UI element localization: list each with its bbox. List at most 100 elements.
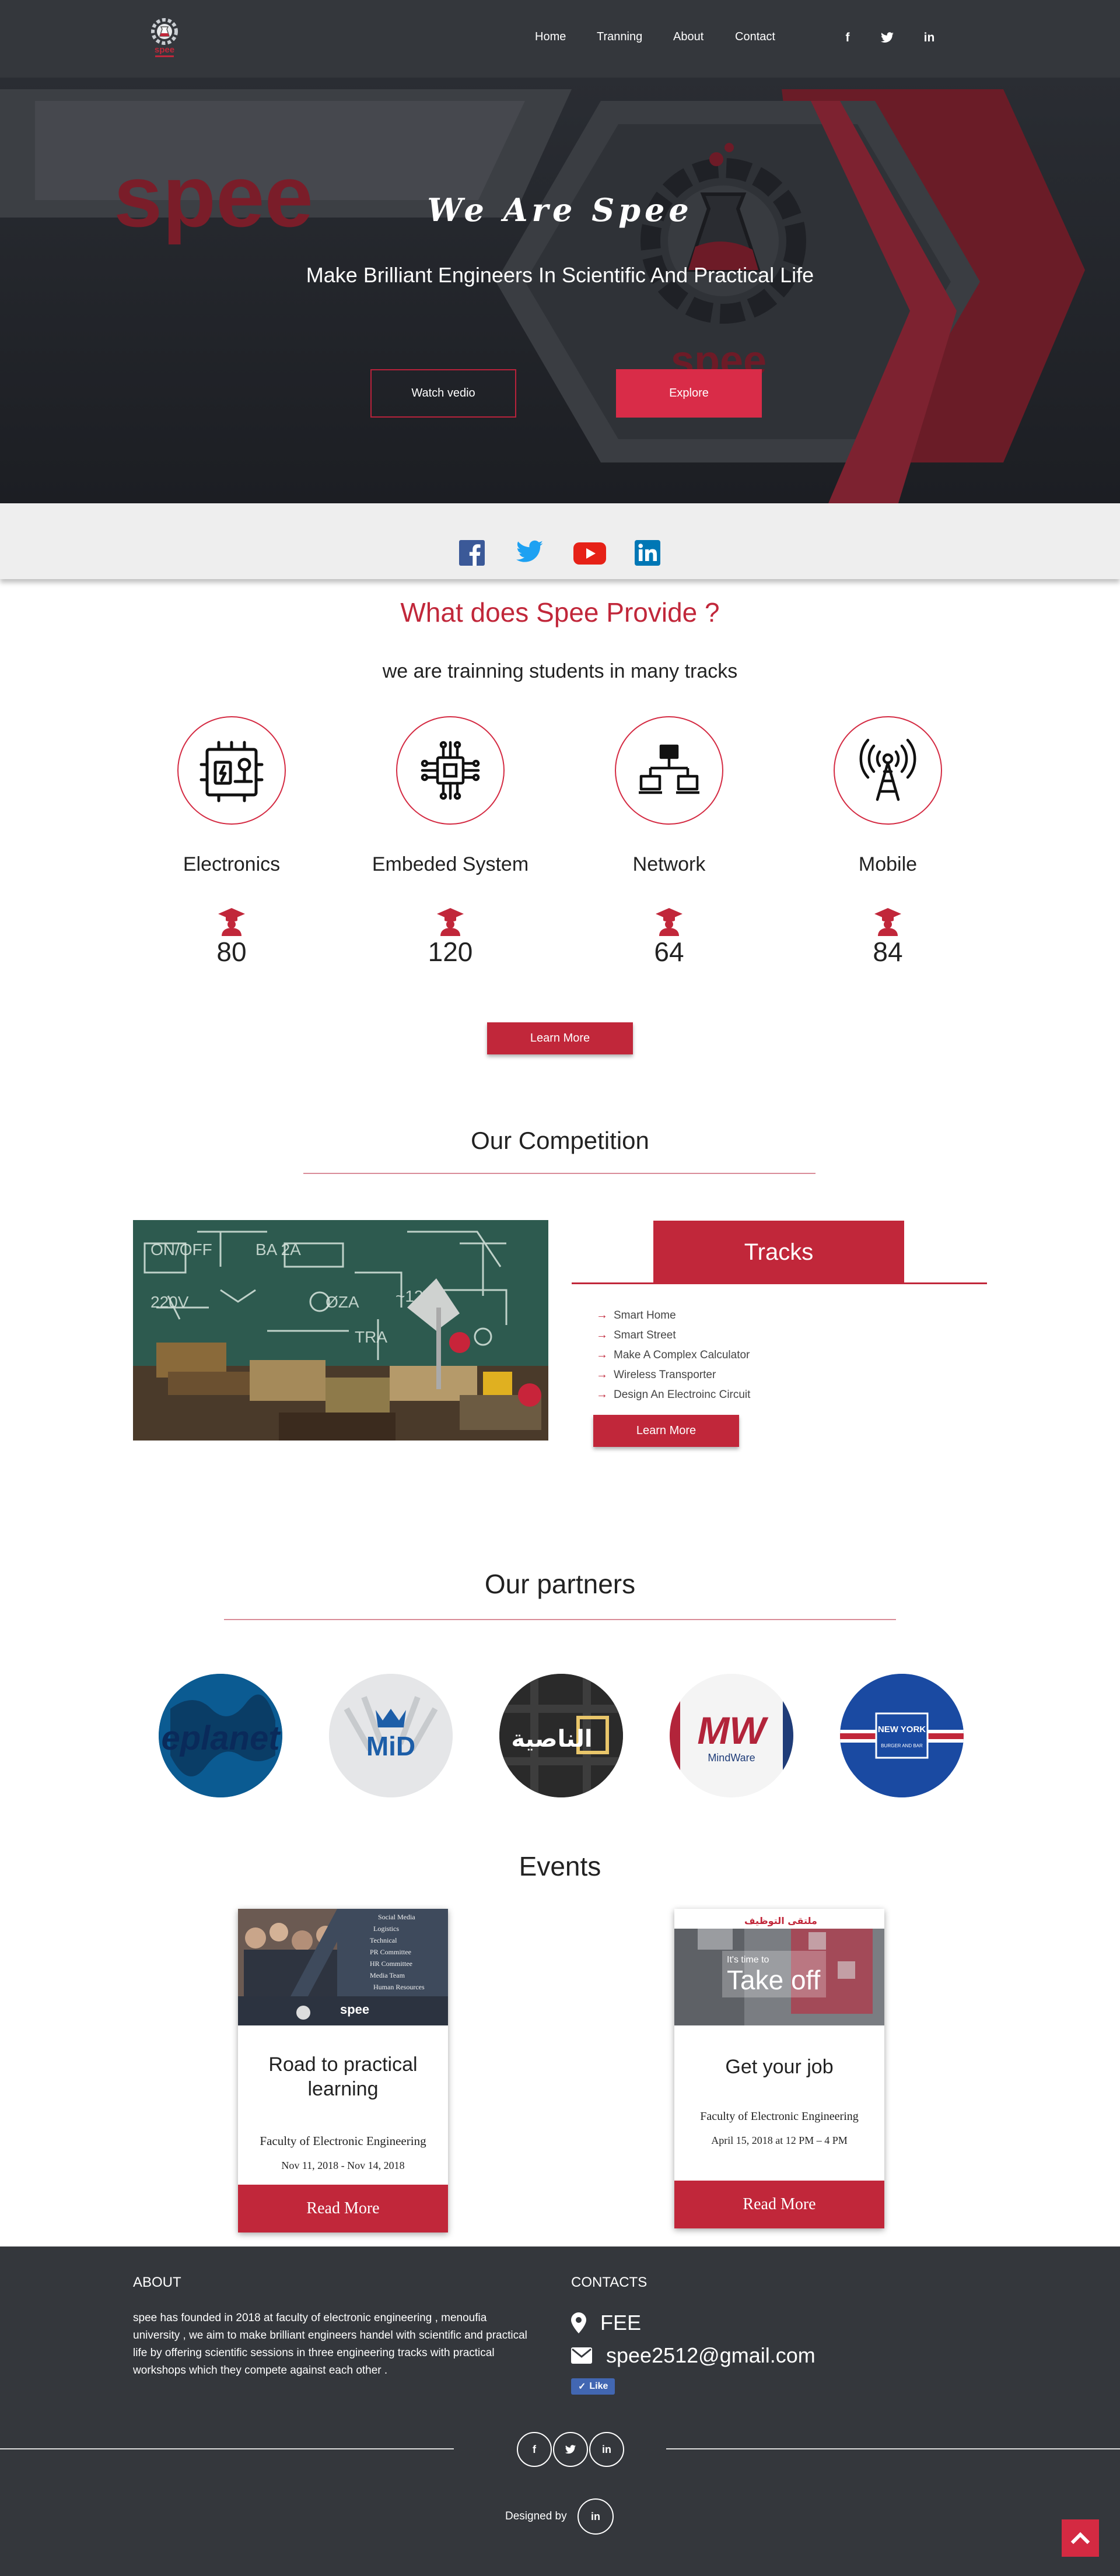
svg-text:TRA: TRA — [355, 1328, 387, 1346]
partner-logo-alnasia[interactable]: الناصية — [499, 1674, 623, 1797]
hero-section: spee spee We Are Spee Make Brilliant Eng… — [0, 78, 1120, 503]
check-icon: ✓ — [578, 2382, 586, 2392]
track-name: Mobile — [858, 853, 918, 875]
linkedin-icon[interactable]: in — [921, 29, 938, 47]
event-title: Get your job — [725, 2056, 834, 2078]
read-more-button[interactable]: Read More — [674, 2181, 884, 2228]
svg-text:NEW YORK: NEW YORK — [878, 1725, 926, 1734]
event-card-road-to-practical-learning: spee Social Media Logistics Technical PR… — [238, 1909, 448, 2232]
svg-text:Take off: Take off — [727, 1965, 820, 1995]
contact-email[interactable]: spee2512@gmail.com — [571, 2343, 816, 2368]
designed-by-label: Designed by — [505, 2510, 567, 2522]
facebook-icon[interactable] — [459, 540, 485, 569]
youtube-icon[interactable] — [573, 542, 606, 567]
microchip-icon — [421, 741, 480, 800]
network-icon — [639, 744, 699, 794]
arrow-right-icon: → — [596, 1309, 608, 1322]
read-more-button[interactable]: Read More — [238, 2185, 448, 2232]
facebook-like-button[interactable]: ✓ Like — [571, 2378, 615, 2395]
track-mobile[interactable] — [834, 716, 942, 825]
svg-text:220V: 220V — [150, 1293, 189, 1311]
contacts-heading: CONTACTS — [571, 2274, 648, 2290]
tracks-underline — [572, 1282, 987, 1284]
svg-text:ØZA: ØZA — [326, 1293, 359, 1311]
antenna-icon — [859, 738, 916, 801]
svg-text:MW: MW — [697, 1709, 768, 1752]
track-name: Embeded System — [372, 853, 529, 875]
spee-logo[interactable]: spee — [147, 15, 182, 62]
about-text: spee has founded in 2018 at faculty of e… — [133, 2312, 527, 2377]
provide-title: What does Spee Provide ? — [400, 597, 720, 628]
event-poster: spee Social Media Logistics Technical PR… — [238, 1909, 448, 2025]
partner-logo-eplanet[interactable]: eplanet — [159, 1674, 282, 1797]
learn-more-button[interactable]: Learn More — [487, 1022, 633, 1054]
hero-subtitle: Make Brilliant Engineers In Scientific A… — [306, 263, 814, 287]
nav-link-about[interactable]: About — [673, 30, 704, 44]
track-student-count: 80 — [216, 937, 247, 967]
event-place: Faculty of Electronic Engineering — [700, 2110, 859, 2123]
nav-link-tranning[interactable]: Tranning — [597, 30, 642, 44]
track-embeded-system[interactable] — [396, 716, 505, 825]
arrow-right-icon: → — [596, 1329, 608, 1341]
partner-logo-new-york[interactable]: NEW YORK BURGER AND BAR — [840, 1674, 964, 1797]
event-poster: ملتقى التوظيف It's time to Take off — [674, 1909, 884, 2025]
partner-logo-mindware[interactable]: MW MindWare — [670, 1674, 793, 1797]
facebook-icon[interactable]: f — [839, 29, 856, 47]
contact-location: FEE — [571, 2311, 641, 2335]
partner-logo-mid[interactable]: MiD — [329, 1674, 453, 1797]
twitter-icon[interactable] — [878, 29, 896, 47]
svg-text:Logistics: Logistics — [373, 1925, 399, 1933]
svg-text:spee: spee — [155, 45, 174, 55]
watch-video-button[interactable]: Watch vedio — [370, 369, 516, 418]
footer-divider-right — [666, 2448, 1120, 2449]
nav-link-home[interactable]: Home — [535, 30, 566, 44]
svg-text:Technical: Technical — [370, 1936, 397, 1944]
svg-text:Media Team: Media Team — [370, 1971, 405, 1979]
svg-text:BURGER AND BAR: BURGER AND BAR — [881, 1743, 923, 1748]
track-student-count: 120 — [428, 937, 473, 967]
social-bar — [0, 503, 1120, 579]
svg-text:الناصية: الناصية — [511, 1726, 592, 1753]
track-electronics[interactable] — [177, 716, 286, 825]
top-navbar: spee Home Tranning About Contact f in — [0, 0, 1120, 78]
graduate-icon — [873, 907, 902, 936]
graduate-icon — [654, 907, 684, 936]
footer: ABOUT spee has founded in 2018 at facult… — [0, 2246, 1120, 2576]
track-list-item: → Design An Electroinc Circuit — [596, 1388, 751, 1401]
arrow-right-icon: → — [596, 1348, 608, 1361]
track-student-count: 84 — [873, 937, 903, 967]
location-pin-icon — [571, 2312, 586, 2333]
scroll-to-top-button[interactable] — [1062, 2519, 1099, 2557]
track-network[interactable] — [615, 716, 723, 825]
competition-title: Our Competition — [471, 1127, 649, 1154]
twitter-icon[interactable] — [553, 2432, 588, 2467]
svg-text:ON/OFF: ON/OFF — [150, 1240, 212, 1259]
svg-text:HR Committee: HR Committee — [370, 1960, 412, 1968]
linkedin-icon[interactable]: in — [589, 2432, 624, 2467]
svg-text:MindWare: MindWare — [708, 1752, 755, 1764]
footer-divider-left — [0, 2448, 454, 2449]
competition-divider — [303, 1173, 816, 1174]
events-title: Events — [519, 1851, 601, 1881]
nav-link-contact[interactable]: Contact — [735, 30, 775, 44]
track-list-item: → Smart Home — [596, 1309, 676, 1322]
event-place: Faculty of Electronic Engineering — [260, 2134, 426, 2148]
track-name: Network — [632, 853, 706, 875]
hero-background-graphic: spee spee — [0, 89, 1085, 503]
track-list-item: → Smart Street — [596, 1329, 676, 1341]
linkedin-icon[interactable]: in — [578, 2498, 614, 2535]
hero-title: We Are Spee — [427, 191, 693, 229]
explore-button[interactable]: Explore — [616, 369, 762, 418]
linkedin-icon[interactable] — [635, 540, 660, 569]
event-date: Nov 11, 2018 - Nov 14, 2018 — [281, 2160, 405, 2171]
competition-learn-more-button[interactable]: Learn More — [593, 1415, 739, 1447]
twitter-icon[interactable] — [515, 540, 544, 567]
svg-text:ملتقى التوظيف: ملتقى التوظيف — [744, 1915, 817, 1926]
svg-text:PR Committee: PR Committee — [370, 1948, 411, 1956]
facebook-icon[interactable]: f — [517, 2432, 552, 2467]
about-heading: ABOUT — [133, 2274, 181, 2290]
provide-subtitle: we are trainning students in many tracks — [382, 660, 738, 682]
event-date: April 15, 2018 at 12 PM – 4 PM — [711, 2135, 848, 2146]
event-card-get-your-job: ملتقى التوظيف It's time to Take off Get … — [674, 1909, 884, 2228]
svg-text:It's time to: It's time to — [727, 1955, 769, 1965]
